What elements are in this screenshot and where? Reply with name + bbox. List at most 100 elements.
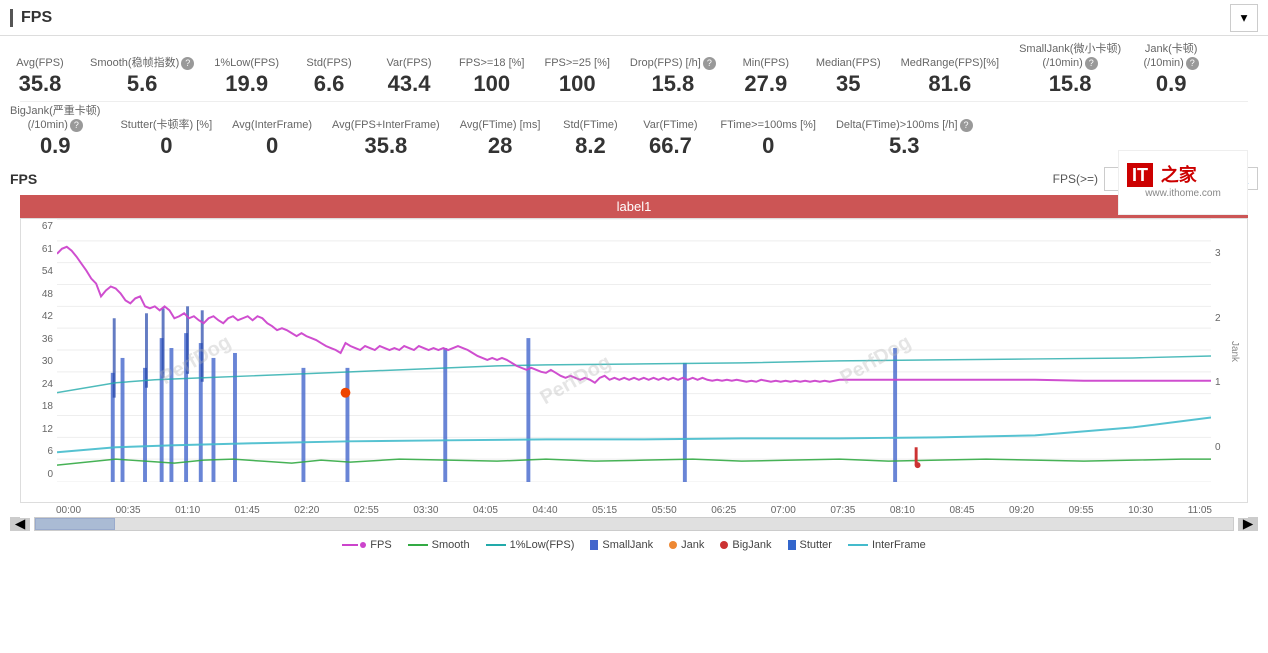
stat-value: 100: [559, 71, 596, 97]
legend-label: 1%Low(FPS): [510, 539, 575, 551]
x-label-16: 09:20: [1009, 505, 1034, 516]
legend-item-3: SmallJank: [590, 539, 653, 551]
x-label-8: 04:40: [533, 505, 558, 516]
stat-item-row2-2: Avg(InterFrame)0: [232, 118, 312, 159]
stat-value: 100: [473, 71, 510, 97]
stat-value: 0: [762, 133, 774, 159]
stat-item-row1-2: 1%Low(FPS)19.9: [214, 56, 279, 97]
legend: FPSSmooth1%Low(FPS)SmallJankJankBigJankS…: [0, 533, 1268, 555]
scroll-left-button[interactable]: ◀: [10, 517, 30, 531]
dropdown-button[interactable]: ▾: [1230, 4, 1258, 32]
stat-label: Avg(FPS): [16, 56, 63, 70]
stat-label: 1%Low(FPS): [214, 56, 279, 70]
stat-item-row1-0: Avg(FPS)35.8: [10, 56, 70, 97]
x-label-11: 06:25: [711, 505, 736, 516]
stat-item-row1-9: Median(FPS)35: [816, 56, 881, 97]
stat-value: 6.6: [314, 71, 345, 97]
help-icon[interactable]: ?: [1186, 57, 1199, 70]
stat-item-row2-7: FTime>=100ms [%]0: [720, 118, 816, 159]
help-icon[interactable]: ?: [703, 57, 716, 70]
chart-wrapper: label1 6761544842363024181260 3210 Jank: [20, 195, 1248, 515]
legend-label: Smooth: [432, 539, 470, 551]
y-left-label-3: 48: [42, 289, 53, 300]
x-label-5: 02:55: [354, 505, 379, 516]
stat-item-row2-4: Avg(FTime) [ms]28: [460, 118, 541, 159]
stat-value: 66.7: [649, 133, 692, 159]
x-label-14: 08:10: [890, 505, 915, 516]
y-left-label-8: 18: [42, 401, 53, 412]
stat-item-row1-4: Var(FPS)43.4: [379, 56, 439, 97]
help-icon[interactable]: ?: [181, 57, 194, 70]
legend-item-6: Stutter: [788, 539, 832, 551]
x-label-9: 05:15: [592, 505, 617, 516]
ithome-logo: IT 之家 www.ithome.com: [1118, 150, 1248, 215]
legend-item-2: 1%Low(FPS): [486, 539, 575, 551]
stat-item-row1-6: FPS>=25 [%]100: [544, 56, 609, 97]
help-icon[interactable]: ?: [960, 119, 973, 132]
stat-value: 0: [160, 133, 172, 159]
y-right-label-3: 0: [1215, 442, 1221, 453]
stats-row-2: BigJank(严重卡顿)(/10min)?0.9Stutter(卡顿率) [%…: [10, 104, 1258, 159]
stat-label: Std(FTime): [563, 118, 618, 132]
stat-label: Avg(FTime) [ms]: [460, 118, 541, 132]
stat-value: 35.8: [364, 133, 407, 159]
stat-value: 35.8: [19, 71, 62, 97]
stat-value: 0: [266, 133, 278, 159]
stat-label: MedRange(FPS)[%]: [901, 56, 999, 70]
legend-label: Stutter: [800, 539, 832, 551]
legend-label: BigJank: [732, 539, 771, 551]
stat-label: Min(FPS): [743, 56, 789, 70]
stat-label: Var(FTime): [643, 118, 697, 132]
y-left-label-4: 42: [42, 311, 53, 322]
legend-label: FPS: [370, 539, 391, 551]
stat-item-row1-7: Drop(FPS) [/h]?15.8: [630, 56, 716, 97]
stat-label: FPS>=25 [%]: [544, 56, 609, 70]
scroll-right-button[interactable]: ▶: [1238, 517, 1258, 531]
stat-label: Std(FPS): [306, 56, 351, 70]
stat-item-row2-8: Delta(FTime)>100ms [/h]?5.3: [836, 118, 973, 159]
help-icon[interactable]: ?: [70, 119, 83, 132]
fps-section: FPS FPS(>=) 重置 label1 676154484236302418…: [0, 163, 1268, 515]
scrollbar-track[interactable]: [34, 517, 1234, 531]
y-right-label-2: 1: [1215, 377, 1221, 388]
stat-label: Avg(InterFrame): [232, 118, 312, 132]
legend-item-1: Smooth: [408, 539, 470, 551]
chart-svg: [57, 219, 1211, 482]
legend-label: SmallJank: [602, 539, 653, 551]
scrollbar-area: ◀ ▶: [0, 515, 1268, 533]
stat-value: 0.9: [1156, 71, 1187, 97]
stat-item-row1-12: Jank(卡顿)(/10min)?0.9: [1141, 42, 1201, 97]
stats-row-1: Avg(FPS)35.8Smooth(稳帧指数)?5.61%Low(FPS)19…: [10, 42, 1258, 97]
stat-label: Var(FPS): [387, 56, 432, 70]
stat-label: BigJank(严重卡顿)(/10min)?: [10, 104, 100, 133]
stat-item-row1-3: Std(FPS)6.6: [299, 56, 359, 97]
y-left-label-6: 30: [42, 356, 53, 367]
stat-label: Median(FPS): [816, 56, 881, 70]
stat-value: 19.9: [225, 71, 268, 97]
x-label-15: 08:45: [949, 505, 974, 516]
stat-item-row1-8: Min(FPS)27.9: [736, 56, 796, 97]
y-axis-right-title: Jank: [1229, 341, 1240, 362]
page-title: FPS: [10, 9, 52, 27]
x-label-19: 11:05: [1188, 505, 1212, 516]
legend-item-5: BigJank: [720, 539, 771, 551]
x-label-0: 00:00: [56, 505, 81, 516]
y-left-label-9: 12: [42, 424, 53, 435]
y-left-label-11: 0: [47, 469, 53, 480]
stat-label: Smooth(稳帧指数)?: [90, 56, 194, 70]
chevron-down-icon: ▾: [1241, 10, 1248, 26]
stat-item-row2-1: Stutter(卡顿率) [%]0: [120, 118, 212, 159]
x-label-17: 09:55: [1069, 505, 1094, 516]
scrollbar-thumb[interactable]: [35, 518, 115, 530]
ithome-logo-text: IT 之家: [1127, 156, 1239, 188]
header-bar: FPS ▾: [0, 0, 1268, 36]
chart-label-bar: label1: [20, 195, 1248, 218]
stat-label: Jank(卡顿)(/10min)?: [1143, 42, 1198, 71]
help-icon[interactable]: ?: [1085, 57, 1098, 70]
x-label-12: 07:00: [771, 505, 796, 516]
stat-value: 43.4: [388, 71, 431, 97]
stat-value: 35: [836, 71, 860, 97]
stat-label: Avg(FPS+InterFrame): [332, 118, 440, 132]
y-left-label-10: 6: [47, 446, 53, 457]
x-label-7: 04:05: [473, 505, 498, 516]
